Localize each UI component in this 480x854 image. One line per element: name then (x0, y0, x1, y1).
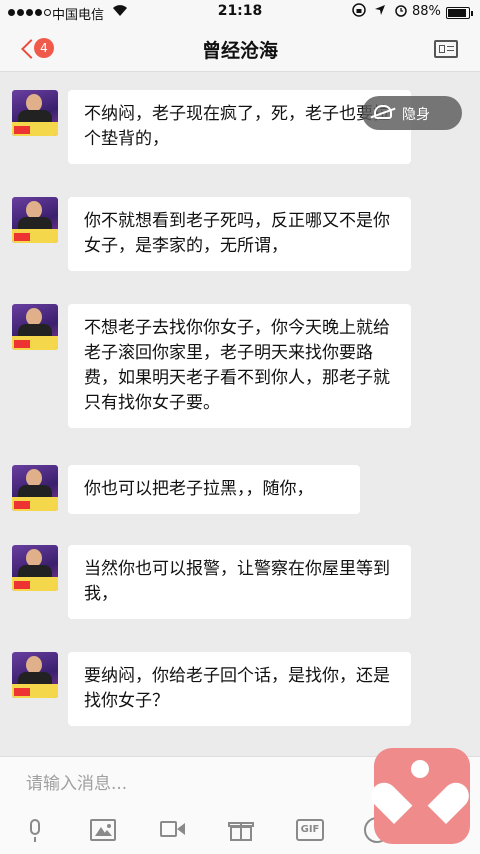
gift-icon[interactable] (228, 817, 254, 843)
avatar[interactable] (12, 304, 58, 350)
contact-card-icon (439, 45, 445, 53)
stealth-label: 隐身 (402, 107, 430, 123)
microphone-icon[interactable] (22, 817, 48, 843)
avatar[interactable] (12, 652, 58, 698)
contact-card-button[interactable] (434, 40, 458, 58)
avatar[interactable] (12, 465, 58, 511)
message-input[interactable] (26, 769, 356, 799)
avatar[interactable] (12, 90, 58, 136)
chat-title: 曾经沧海 (201, 40, 278, 62)
hidden-eye-icon (374, 105, 392, 119)
navigation-bar: 4 曾经沧海 (0, 26, 480, 72)
alarm-icon (394, 3, 408, 21)
message-bubble[interactable]: 不想老子去找你你女子，你今天晚上就给老子滚回你家里，老子明天来找你要路费，如果明… (68, 304, 411, 428)
battery-icon (446, 7, 473, 19)
image-icon[interactable] (90, 819, 116, 841)
avatar[interactable] (12, 545, 58, 591)
status-icons (352, 3, 408, 21)
floating-app-icon[interactable] (365, 748, 475, 844)
message-bubble[interactable]: 不纳闷，老子现在疯了，死，老子也要拉个垫背的， (68, 90, 411, 164)
avatar[interactable] (12, 197, 58, 243)
status-time: 21:18 (217, 3, 263, 19)
location-icon (374, 4, 386, 20)
message-bubble[interactable]: 你不就想看到老子死吗，反正哪又不是你女子，是李家的，无所谓， (68, 197, 411, 271)
battery-percentage: 88% (412, 4, 441, 19)
status-bar: 中国电信 21:18 88% (0, 0, 480, 26)
message-bubble[interactable]: 你也可以把老子拉黑，，随你， (68, 465, 360, 514)
message-bubble[interactable]: 要纳闷，你给老子回个话，是找你，还是找你女子？ (68, 652, 411, 726)
gif-button[interactable]: GIF (296, 819, 324, 841)
stealth-mode-toggle[interactable]: 隐身 (362, 96, 462, 130)
rotation-lock-icon (352, 3, 366, 21)
video-icon[interactable] (160, 817, 186, 843)
message-bubble[interactable]: 当然你也可以报警，让警察在你屋里等到我， (68, 545, 411, 619)
